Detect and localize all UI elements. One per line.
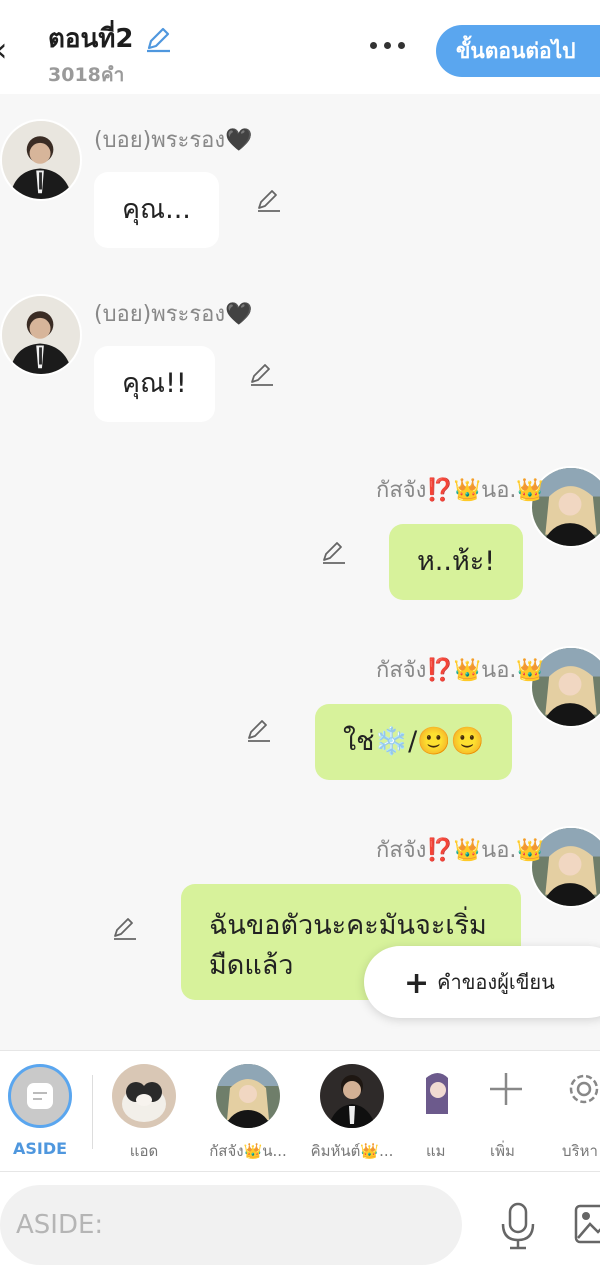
character-kimhan[interactable] (320, 1064, 384, 1128)
aside-label: ASIDE (12, 1139, 68, 1158)
character-label: แม (426, 1142, 446, 1160)
character-label: แอด (129, 1142, 159, 1160)
character-admin[interactable] (112, 1064, 176, 1128)
next-step-button[interactable]: ขั้นตอนต่อไป (436, 25, 600, 77)
plus-icon: + (404, 965, 430, 1001)
episode-title: ตอนที่2 (48, 24, 134, 54)
message-bubble[interactable]: ห..ห้ะ! (389, 524, 524, 600)
aside-button[interactable] (8, 1064, 72, 1128)
top-bar: ‹ ตอนที่2 3018คำ ขั้นตอนต่อไป (0, 0, 600, 94)
add-icon[interactable] (486, 1069, 526, 1109)
author-note-button[interactable]: + คำของผู้เขียน (364, 946, 600, 1018)
gear-icon[interactable] (564, 1069, 600, 1109)
character-avatar[interactable] (0, 119, 82, 201)
microphone-icon[interactable] (498, 1202, 538, 1250)
message-input[interactable] (0, 1185, 462, 1265)
character-name: (บอย)พระรอง🖤 (94, 302, 253, 327)
character-selector: ASIDE แอด กัสจัง👑น... คิมหันต์👑... แม เพ… (0, 1050, 600, 1172)
divider (92, 1075, 93, 1149)
character-label: คิมหันต์👑... (310, 1142, 394, 1160)
pencil-icon[interactable] (143, 24, 173, 54)
character-name: กัสจัง⁉️👑นอ.👑 (376, 658, 544, 683)
character-name: (บอย)พระรอง🖤 (94, 128, 253, 153)
message-bubble[interactable]: คุณ!! (94, 346, 215, 422)
image-icon[interactable] (574, 1204, 600, 1244)
input-bar (0, 1172, 600, 1267)
edit-message-icon[interactable] (110, 914, 138, 942)
edit-message-icon[interactable] (247, 360, 275, 388)
character-gus[interactable] (216, 1064, 280, 1128)
add-label: เพิ่ม (490, 1142, 515, 1160)
character-label: กัสจัง👑น... (209, 1142, 287, 1160)
more-options-icon[interactable] (366, 30, 410, 60)
aside-icon (27, 1083, 53, 1109)
edit-message-icon[interactable] (244, 716, 272, 744)
character-name: กัสจัง⁉️👑นอ.👑 (376, 838, 544, 863)
message-bubble[interactable]: ใช่❄️/🙂🙂 (315, 704, 513, 780)
title-group: ตอนที่2 (48, 18, 173, 59)
author-note-label: คำของผู้เขียน (437, 970, 555, 994)
edit-message-icon[interactable] (319, 538, 347, 566)
message-bubble[interactable]: คุณ... (94, 172, 219, 248)
chat-area: (บอย)พระรอง🖤 คุณ... (บอย)พระรอง🖤 คุณ!! ก… (0, 94, 600, 1050)
edit-message-icon[interactable] (254, 186, 282, 214)
manage-label: บริหา (562, 1142, 598, 1160)
back-icon[interactable]: ‹ (0, 30, 24, 70)
character-partial[interactable] (424, 1064, 450, 1128)
character-avatar[interactable] (0, 294, 82, 376)
word-count: 3018คำ (48, 64, 125, 86)
character-name: กัสจัง⁉️👑นอ.👑 (376, 478, 544, 503)
